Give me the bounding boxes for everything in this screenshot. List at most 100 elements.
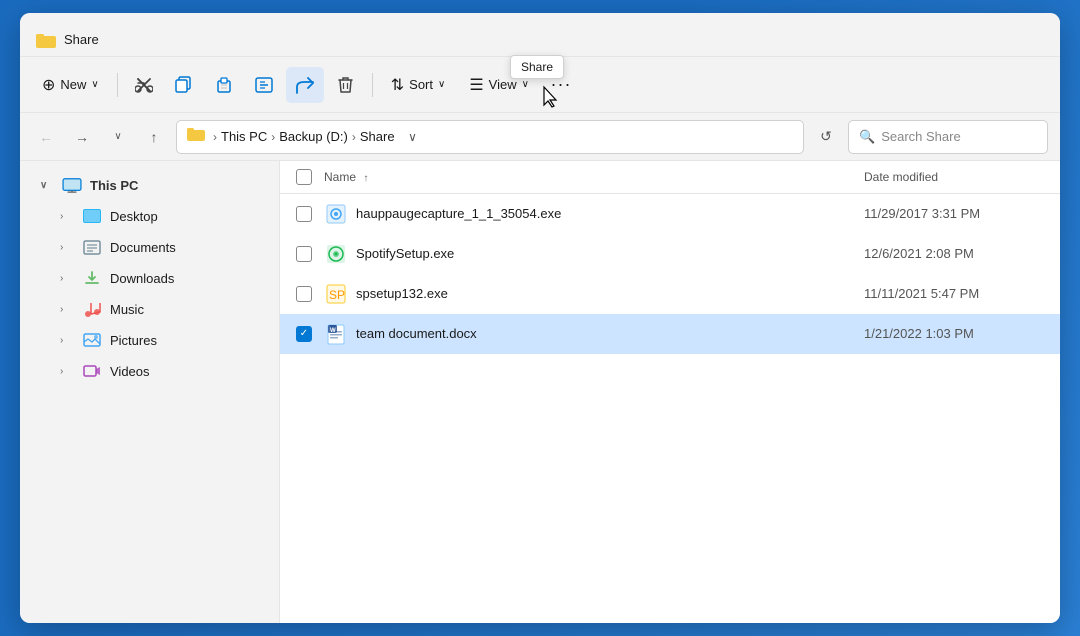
more-button[interactable]: ··· [543,67,579,103]
file-icon-1 [324,202,348,226]
file-checkbox-2[interactable] [296,246,312,262]
file-checkbox-3[interactable] [296,286,312,302]
documents-chevron-icon: › [60,242,74,253]
more-icon: ··· [550,74,571,95]
address-bar: ← → ∨ ↑ › This PC › Backup (D:) › Share … [20,113,1060,161]
row-checkbox-col [296,326,324,342]
sidebar-item-desktop[interactable]: › Desktop [24,201,275,231]
file-name-2: SpotifySetup.exe [356,246,864,261]
path-folder-icon [187,127,205,146]
table-row[interactable]: hauppaugecapture_1_1_35054.exe 11/29/201… [280,194,1060,234]
downloads-icon [82,268,102,288]
view-label: View [489,77,517,92]
forward-button[interactable]: → [68,123,96,151]
sort-chevron-icon: ∨ [438,79,445,90]
music-chevron-icon: › [60,304,74,315]
cut-button[interactable] [126,67,162,103]
desktop-icon [82,206,102,226]
videos-icon [82,361,102,381]
svg-text:SP: SP [329,288,345,302]
this-pc-chevron-icon: ∨ [40,180,54,191]
sidebar-item-pictures[interactable]: › Pictures [24,325,275,355]
sidebar-item-downloads[interactable]: › Downloads [24,263,275,293]
toolbar-separator-2 [372,73,373,97]
sidebar-item-music[interactable]: › Music [24,294,275,324]
paste-icon [215,76,232,94]
file-checkbox-1[interactable] [296,206,312,222]
title-folder-icon [36,30,56,50]
file-explorer-window: Share ⊕ New ∨ [20,13,1060,623]
file-icon-4: W [324,322,348,346]
table-row[interactable]: SpotifySetup.exe 12/6/2021 2:08 PM [280,234,1060,274]
new-plus-icon: ⊕ [42,75,55,95]
search-placeholder: Search Share [881,129,961,144]
header-checkbox[interactable] [296,169,312,185]
view-chevron-icon: ∨ [522,79,529,90]
col-name-header[interactable]: Name ↑ [324,170,864,184]
name-col-label: Name [324,170,356,184]
paste-button[interactable] [206,67,242,103]
up-button[interactable]: ↑ [140,123,168,151]
sort-button[interactable]: ⇅ Sort ∨ [381,67,456,103]
file-list-header: Name ↑ Date modified [280,161,1060,194]
row-checkbox-col [296,246,324,262]
desktop-chevron-icon: › [60,211,74,222]
this-pc-icon [62,175,82,195]
file-date-2: 12/6/2021 2:08 PM [864,246,1044,261]
file-list: Name ↑ Date modified [280,161,1060,623]
view-button[interactable]: ☰ View ∨ [459,67,539,103]
path-separator-2: › [271,130,275,144]
videos-label: Videos [110,364,150,379]
path-share: Share [360,129,395,144]
address-path[interactable]: › This PC › Backup (D:) › Share ∨ [176,120,804,154]
sidebar-item-documents[interactable]: › Documents [24,232,275,262]
copy-button[interactable] [166,67,202,103]
path-chevron-button[interactable]: ∨ [399,123,427,151]
new-button[interactable]: ⊕ New ∨ [32,67,109,103]
rename-icon [255,76,273,94]
header-checkbox-col [296,169,324,185]
downloads-chevron-icon: › [60,273,74,284]
path-backup: Backup (D:) [279,129,348,144]
search-icon: 🔍 [859,129,875,145]
back-button[interactable]: ← [32,123,60,151]
file-icon-2 [324,242,348,266]
table-row[interactable]: SP spsetup132.exe 11/11/2021 5:47 PM [280,274,1060,314]
file-name-1: hauppaugecapture_1_1_35054.exe [356,206,864,221]
sidebar-this-pc[interactable]: ∨ This PC [24,170,275,200]
share-button[interactable] [286,67,324,103]
col-date-header[interactable]: Date modified [864,170,1044,184]
new-chevron-icon: ∨ [91,79,98,90]
delete-button[interactable] [328,67,364,103]
documents-label: Documents [110,240,176,255]
file-icon-3: SP [324,282,348,306]
toolbar: ⊕ New ∨ [20,57,1060,113]
window-title: Share [64,32,99,47]
cut-icon [135,76,153,94]
pictures-chevron-icon: › [60,335,74,346]
file-date-4: 1/21/2022 1:03 PM [864,326,1044,341]
documents-icon [82,237,102,257]
sidebar: ∨ This PC › [20,161,280,623]
videos-chevron-icon: › [60,366,74,377]
view-icon: ☰ [469,75,483,95]
path-this-pc: This PC [221,129,267,144]
table-row[interactable]: W team document.docx 1/21/2022 1:03 PM [280,314,1060,354]
rename-button[interactable] [246,67,282,103]
sidebar-item-videos[interactable]: › Videos [24,356,275,386]
file-date-3: 11/11/2021 5:47 PM [864,286,1044,301]
dropdown-button[interactable]: ∨ [104,123,132,151]
pictures-icon [82,330,102,350]
search-box[interactable]: 🔍 Search Share [848,120,1048,154]
file-name-3: spsetup132.exe [356,286,864,301]
refresh-button[interactable]: ↺ [812,123,840,151]
file-checkbox-4[interactable] [296,326,312,342]
desktop-label: Desktop [110,209,158,224]
file-rows: hauppaugecapture_1_1_35054.exe 11/29/201… [280,194,1060,623]
svg-text:W: W [330,328,336,334]
pictures-label: Pictures [110,333,157,348]
row-checkbox-col [296,206,324,222]
file-name-4: team document.docx [356,326,864,341]
sort-arrow-icon: ↑ [363,173,368,184]
title-bar: Share [20,13,1060,57]
